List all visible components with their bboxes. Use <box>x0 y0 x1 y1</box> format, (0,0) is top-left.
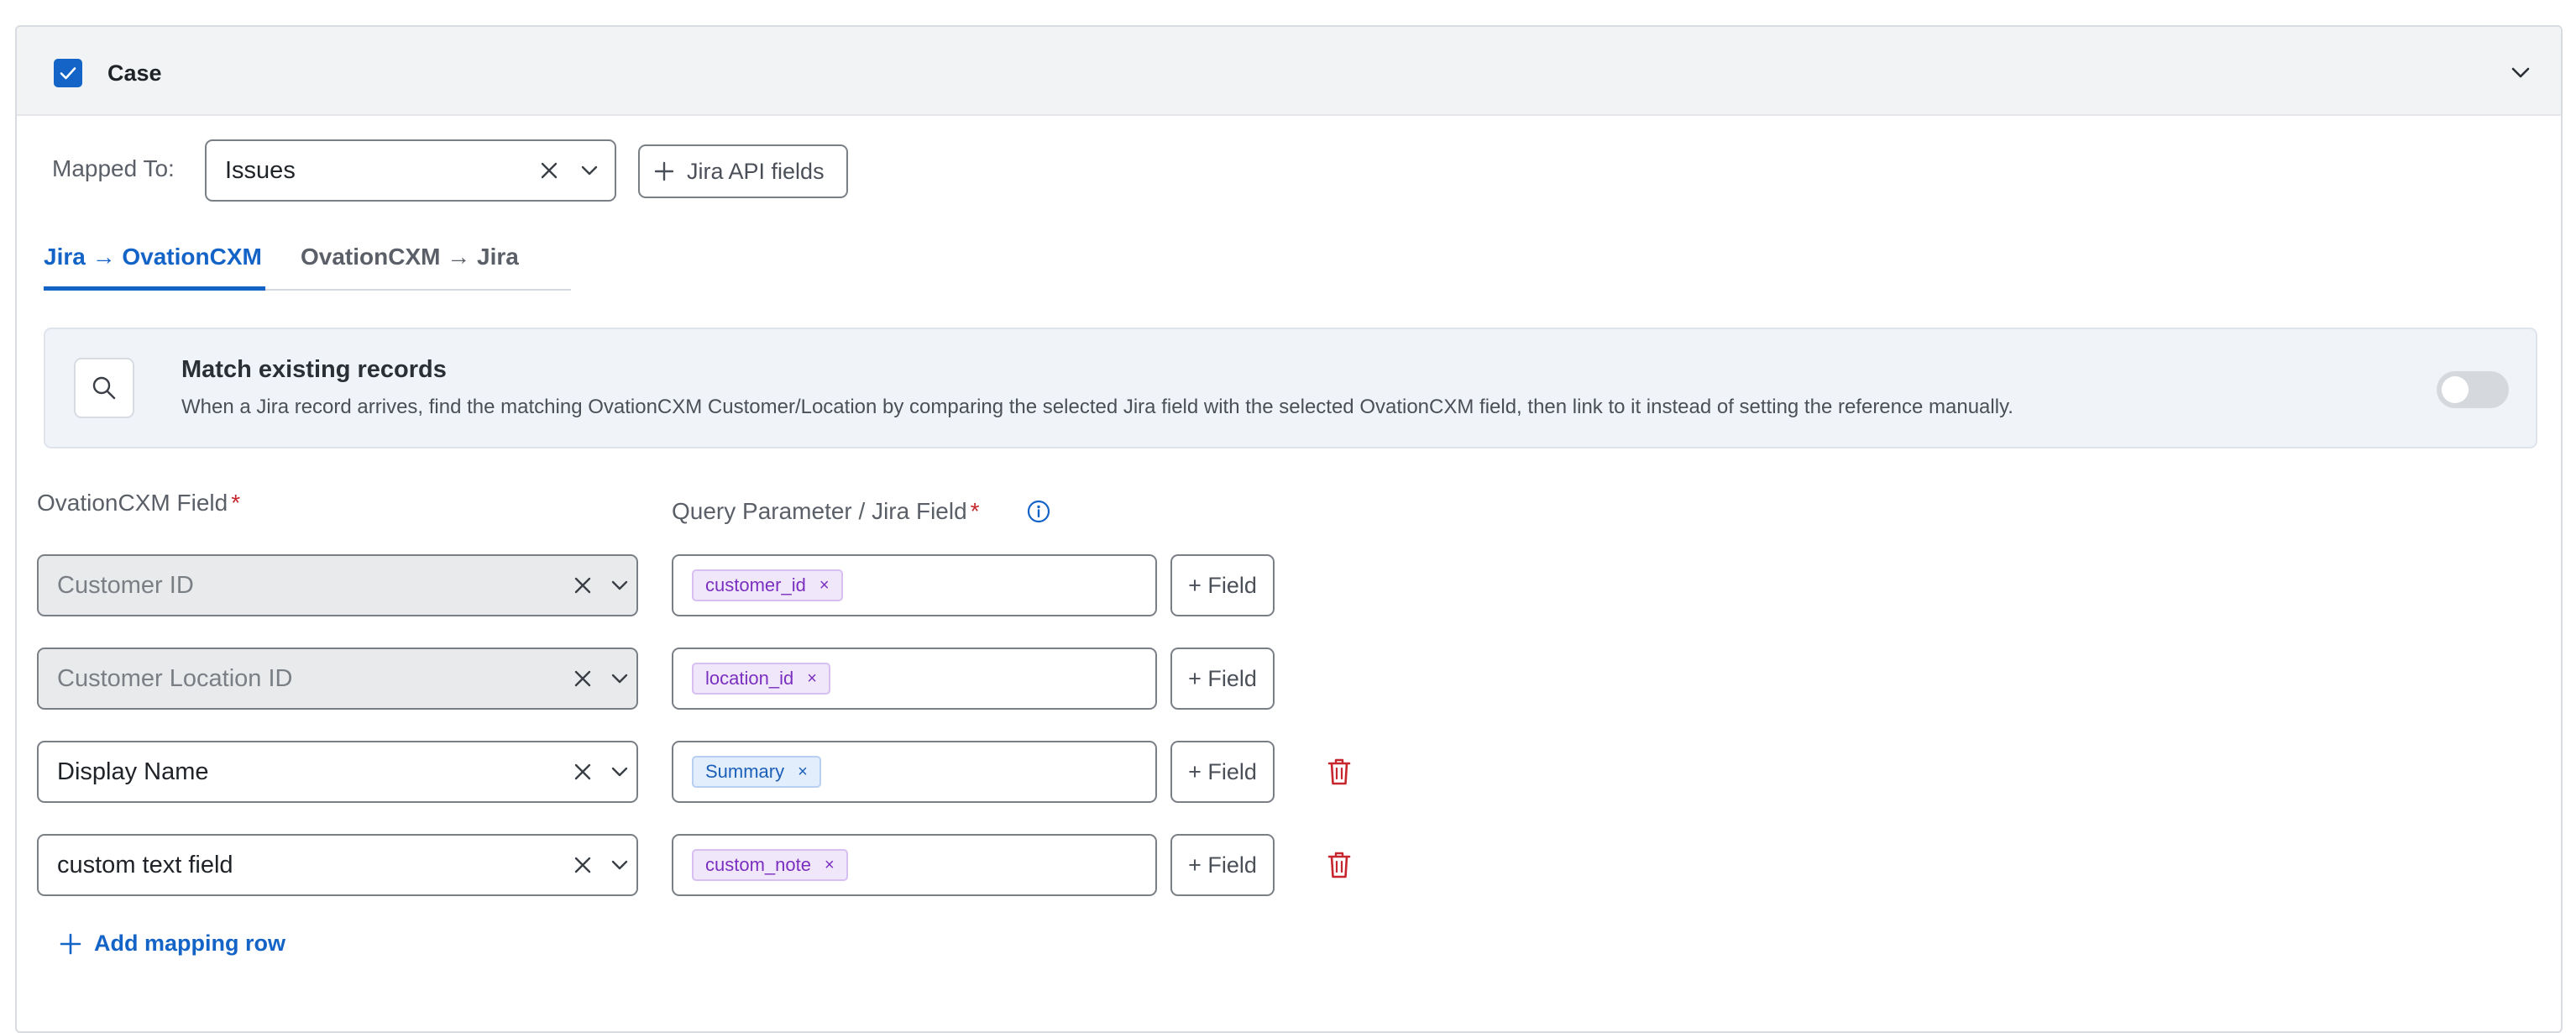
field-value: Customer ID <box>57 572 194 599</box>
jira-api-fields-button[interactable]: Jira API fields <box>638 144 848 198</box>
direction-tabs: Jira → OvationCXM OvationCXM → Jira <box>44 235 571 291</box>
chevron-down-icon[interactable] <box>603 649 636 708</box>
search-icon <box>74 358 134 418</box>
add-mapping-row-label: Add mapping row <box>94 931 285 956</box>
delete-row-icon[interactable] <box>1324 850 1354 880</box>
add-field-button[interactable]: + Field <box>1170 648 1275 710</box>
match-title: Match existing records <box>181 356 447 383</box>
add-field-button[interactable]: + Field <box>1170 554 1275 616</box>
info-icon[interactable] <box>1026 499 1051 524</box>
chip-label: customer_id <box>705 574 806 595</box>
field-chip: location_id × <box>692 663 830 695</box>
delete-row-icon[interactable] <box>1324 757 1354 787</box>
match-existing-records-card: Match existing records When a Jira recor… <box>44 328 2537 448</box>
ovationcxm-field-select[interactable]: custom text field <box>37 834 638 896</box>
check-icon <box>60 67 76 80</box>
field-value: Customer Location ID <box>57 665 293 692</box>
section-header[interactable]: Case <box>17 27 2561 116</box>
chip-label: location_id <box>705 668 794 689</box>
ovationcxm-field-header: OvationCXM Field * <box>37 489 240 517</box>
ovationcxm-field-select[interactable]: Customer ID <box>37 554 638 616</box>
toggle-knob <box>2442 376 2469 403</box>
clear-icon[interactable] <box>566 649 599 708</box>
clear-icon[interactable] <box>566 742 599 801</box>
chip-label: Summary <box>705 761 785 782</box>
chevron-down-icon[interactable] <box>573 141 606 200</box>
plus-icon <box>653 160 675 182</box>
chip-remove-icon[interactable]: × <box>819 576 830 595</box>
required-marker: * <box>970 498 980 524</box>
chip-remove-icon[interactable]: × <box>798 763 808 782</box>
chip-label: custom_note <box>705 854 811 875</box>
active-tab-indicator <box>44 286 265 291</box>
chevron-down-icon[interactable] <box>603 556 636 615</box>
ovationcxm-field-select[interactable]: Display Name <box>37 741 638 803</box>
add-field-button[interactable]: + Field <box>1170 741 1275 803</box>
ovationcxm-field-header-text: OvationCXM Field <box>37 490 228 516</box>
query-param-input[interactable]: Summary × <box>672 741 1157 803</box>
query-field-header: Query Parameter / Jira Field * <box>672 497 980 526</box>
mapped-to-label-text: Mapped To: <box>52 155 175 181</box>
tab-ovationcxm-to-jira[interactable]: OvationCXM → Jira <box>301 240 519 274</box>
field-chip: custom_note × <box>692 849 848 881</box>
section-title: Case <box>107 60 162 86</box>
match-description: When a Jira record arrives, find the mat… <box>181 396 2013 418</box>
plus-icon <box>59 932 82 956</box>
mapped-to-select[interactable]: Issues <box>205 139 616 202</box>
chip-remove-icon[interactable]: × <box>807 669 817 689</box>
field-chip: customer_id × <box>692 569 843 601</box>
chevron-down-icon[interactable] <box>603 742 636 801</box>
chip-remove-icon[interactable]: × <box>825 856 835 875</box>
chevron-down-icon[interactable] <box>603 836 636 894</box>
tab-jira-to-ovationcxm[interactable]: Jira → OvationCXM <box>44 240 262 274</box>
jira-api-fields-label: Jira API fields <box>687 158 825 184</box>
field-chip: Summary × <box>692 756 821 788</box>
query-param-input[interactable]: custom_note × <box>672 834 1157 896</box>
query-param-input[interactable]: location_id × <box>672 648 1157 710</box>
clear-icon[interactable] <box>566 556 599 615</box>
add-field-button[interactable]: + Field <box>1170 834 1275 896</box>
query-param-input[interactable]: customer_id × <box>672 554 1157 616</box>
query-field-header-text: Query Parameter / Jira Field <box>672 498 967 524</box>
ovationcxm-field-select[interactable]: Customer Location ID <box>37 648 638 710</box>
clear-icon[interactable] <box>566 836 599 894</box>
case-checkbox[interactable] <box>54 59 82 87</box>
mapped-to-value: Issues <box>225 157 296 184</box>
field-value: custom text field <box>57 852 233 878</box>
required-marker: * <box>231 490 241 516</box>
collapse-chevron-icon[interactable] <box>2505 57 2536 87</box>
match-toggle[interactable] <box>2437 371 2509 408</box>
field-value: Display Name <box>57 758 209 785</box>
clear-icon[interactable] <box>532 141 566 200</box>
add-mapping-row-button[interactable]: Add mapping row <box>59 931 285 957</box>
